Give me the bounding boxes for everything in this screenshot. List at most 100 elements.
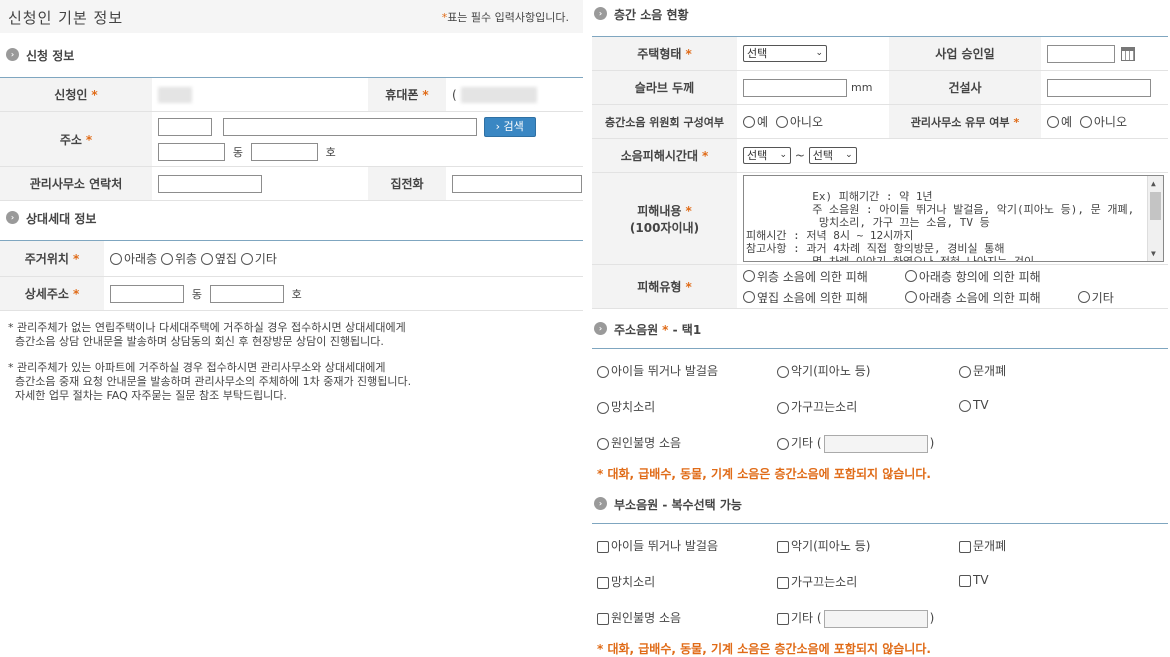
home-phone-cell — [446, 166, 583, 201]
address-value: › 검색 동 호 — [152, 111, 583, 167]
time-from-select[interactable]: 선택 ⌄ — [743, 147, 791, 164]
main-noise-item[interactable]: 아이들 뛰거나 발걸음 — [597, 362, 718, 379]
sub-noise-item[interactable]: 기타 () — [777, 609, 934, 628]
detail-ho-input[interactable] — [209, 284, 284, 303]
scroll-up-icon: ▲ — [1151, 179, 1156, 188]
main-noise-item[interactable]: 악기(피아노 등) — [777, 362, 870, 379]
office-options: 예 아니오 — [1041, 104, 1168, 139]
main-noise-options: 아이들 뛰거나 발걸음 악기(피아노 등) 문개폐 망치소리 가구끄는소리 TV… — [592, 348, 1168, 465]
approval-date-label: 사업 승인일 — [889, 36, 1041, 71]
approval-date-cell — [1041, 36, 1168, 71]
detail-address-cell: 동 호 — [104, 276, 583, 311]
builder-input[interactable] — [1047, 78, 1151, 97]
damage-type-radio-complaint[interactable] — [904, 270, 917, 282]
damage-type-radio-etc[interactable] — [1077, 291, 1090, 303]
sub-noise-item[interactable]: 망치소리 — [597, 573, 655, 590]
calendar-icon[interactable] — [1121, 46, 1135, 61]
sub-noise-options: 아이들 뛰거나 발걸음 악기(피아노 등) 문개폐 망치소리 가구끄는소리 TV… — [592, 523, 1168, 640]
scroll-thumb — [1150, 192, 1161, 220]
page-title: 신청인 기본 정보 — [8, 9, 124, 27]
committee-options: 예 아니오 — [737, 104, 889, 139]
sub-noise-item[interactable]: 원인불명 소음 — [597, 609, 681, 626]
section-applicant: › 신청 정보 — [0, 43, 583, 67]
location-label: 주거위치 * — [0, 240, 104, 277]
office-yes-radio[interactable] — [1047, 115, 1059, 128]
address-dong-input[interactable] — [158, 143, 225, 161]
textarea-scrollbar[interactable]: ▲ ▼ — [1147, 176, 1163, 261]
damage-type-radio-above[interactable] — [743, 270, 755, 282]
mobile-label: 휴대폰 * — [368, 77, 446, 112]
sub-noise-item[interactable]: 악기(피아노 등) — [777, 537, 870, 554]
main-noise-etc-input[interactable] — [823, 434, 928, 453]
main-noise-item[interactable]: 원인불명 소음 — [597, 434, 681, 451]
applicant-table: 신청인 * 휴대폰 * ( 주소 * › 검색 동 호 관리사무소 연락처 집전… — [0, 77, 583, 201]
section-status: › 층간 소음 현황 — [592, 2, 1168, 26]
sub-noise-item[interactable]: 아이들 뛰거나 발걸음 — [597, 537, 718, 554]
housing-type-label: 주택형태 * — [592, 36, 737, 71]
damage-type-radio-next[interactable] — [743, 291, 755, 303]
damage-type-radio-below[interactable] — [904, 291, 917, 303]
sub-noise-warning: * 대화, 급배수, 동물, 기계 소음은 층간소음에 포함되지 않습니다. — [597, 642, 931, 656]
location-radio-below[interactable] — [110, 252, 122, 265]
main-noise-item[interactable]: 문개폐 — [959, 362, 1006, 379]
right-column: › 층간 소음 현황 주택형태 * 선택 ⌄ 사업 승인일 슬라브 두께 mm 건설… — [592, 0, 1168, 657]
sub-noise-item[interactable]: 가구끄는소리 — [777, 573, 857, 590]
main-noise-item[interactable]: 기타 () — [777, 434, 934, 453]
housing-type-cell: 선택 ⌄ — [737, 36, 889, 71]
circle-arrow-icon: › — [6, 211, 19, 224]
main-noise-item[interactable]: 망치소리 — [597, 398, 655, 415]
detail-dong-input[interactable] — [110, 284, 184, 303]
section-main-noise: › 주소음원 * - 택1 — [592, 317, 1168, 341]
main-noise-warning: * 대화, 급배수, 동물, 기계 소음은 층간소음에 포함되지 않습니다. — [597, 467, 931, 481]
detail-address-label: 상세주소 * — [0, 276, 104, 311]
approval-date-input[interactable] — [1047, 44, 1115, 63]
left-column: 신청인 기본 정보 *표는 필수 입력사항입니다. › 신청 정보 신청인 * 휴… — [0, 0, 583, 425]
circle-arrow-icon: › — [594, 497, 607, 510]
notice-1: * 관리주체가 없는 연립주택이나 다세대주택에 거주하실 경우 접수하시면 상… — [8, 321, 406, 348]
damage-label: 피해내용 * (100자이내) — [592, 172, 737, 265]
office-no-radio[interactable] — [1079, 115, 1092, 128]
time-cell: 선택 ⌄ ~ 선택 ⌄ — [737, 138, 1168, 173]
section-neighbor: › 상대세대 정보 — [0, 206, 583, 230]
home-phone-label: 집전화 — [368, 166, 446, 201]
housing-type-select[interactable]: 선택 ⌄ — [743, 45, 827, 62]
location-radio-etc[interactable] — [240, 252, 253, 265]
sub-noise-etc-input[interactable] — [823, 609, 928, 628]
neighbor-table: 주거위치 * 아래층 위층 옆집 기타 상세주소 * 동 호 — [0, 240, 583, 311]
management-contact-input[interactable] — [158, 174, 262, 193]
committee-yes-radio[interactable] — [743, 115, 755, 128]
notice-2: * 관리주체가 있는 아파트에 거주하실 경우 접수하시면 관리사무소와 상대세… — [8, 361, 412, 402]
address-ho-input[interactable] — [250, 143, 318, 161]
damage-type-label: 피해유형 * — [592, 264, 737, 309]
main-noise-item[interactable]: 가구끄는소리 — [777, 398, 857, 415]
notice-text: * 관리주체가 없는 연립주택이나 다세대주택에 거주하실 경우 접수하시면 상… — [0, 311, 583, 425]
time-label: 소음피해시간대 * — [592, 138, 737, 173]
location-radio-above[interactable] — [160, 252, 173, 265]
required-note: *표는 필수 입력사항입니다. — [441, 11, 569, 24]
mobile-value: ( — [446, 77, 583, 112]
management-contact-label: 관리사무소 연락처 — [0, 166, 152, 201]
zipcode-input[interactable] — [158, 118, 212, 136]
page-header: 신청인 기본 정보 *표는 필수 입력사항입니다. — [0, 0, 583, 33]
slab-input[interactable] — [743, 78, 847, 97]
circle-arrow-icon: › — [594, 322, 607, 335]
circle-arrow-icon: › — [6, 48, 19, 61]
damage-type-cell: 위층 소음에 의한 피해 아래층 항의에 의한 피해 옆집 소음에 의한 피해 … — [737, 264, 1168, 309]
address-search-button[interactable]: › 검색 — [483, 117, 536, 137]
damage-textarea[interactable]: Ex) 피해기간 : 약 1년 주 소음원 : 아이들 뛰거나 발걸음, 악기(… — [743, 175, 1164, 262]
address-input[interactable] — [222, 118, 477, 136]
address-label: 주소 * — [0, 111, 152, 167]
sub-noise-item[interactable]: TV — [959, 573, 989, 587]
home-phone-input[interactable] — [452, 174, 582, 193]
main-noise-item[interactable]: TV — [959, 398, 989, 412]
committee-no-radio[interactable] — [775, 115, 788, 128]
location-radio-next[interactable] — [200, 252, 213, 265]
circle-arrow-icon: › — [594, 7, 607, 20]
status-table: 주택형태 * 선택 ⌄ 사업 승인일 슬라브 두께 mm 건설사 층간소음 위원회 … — [592, 36, 1168, 309]
mobile-redacted — [460, 86, 537, 103]
applicant-label: 신청인 * — [0, 77, 152, 112]
time-to-select[interactable]: 선택 ⌄ — [808, 147, 857, 164]
slab-cell: mm — [737, 70, 889, 105]
builder-label: 건설사 — [889, 70, 1041, 105]
sub-noise-item[interactable]: 문개폐 — [959, 537, 1006, 554]
